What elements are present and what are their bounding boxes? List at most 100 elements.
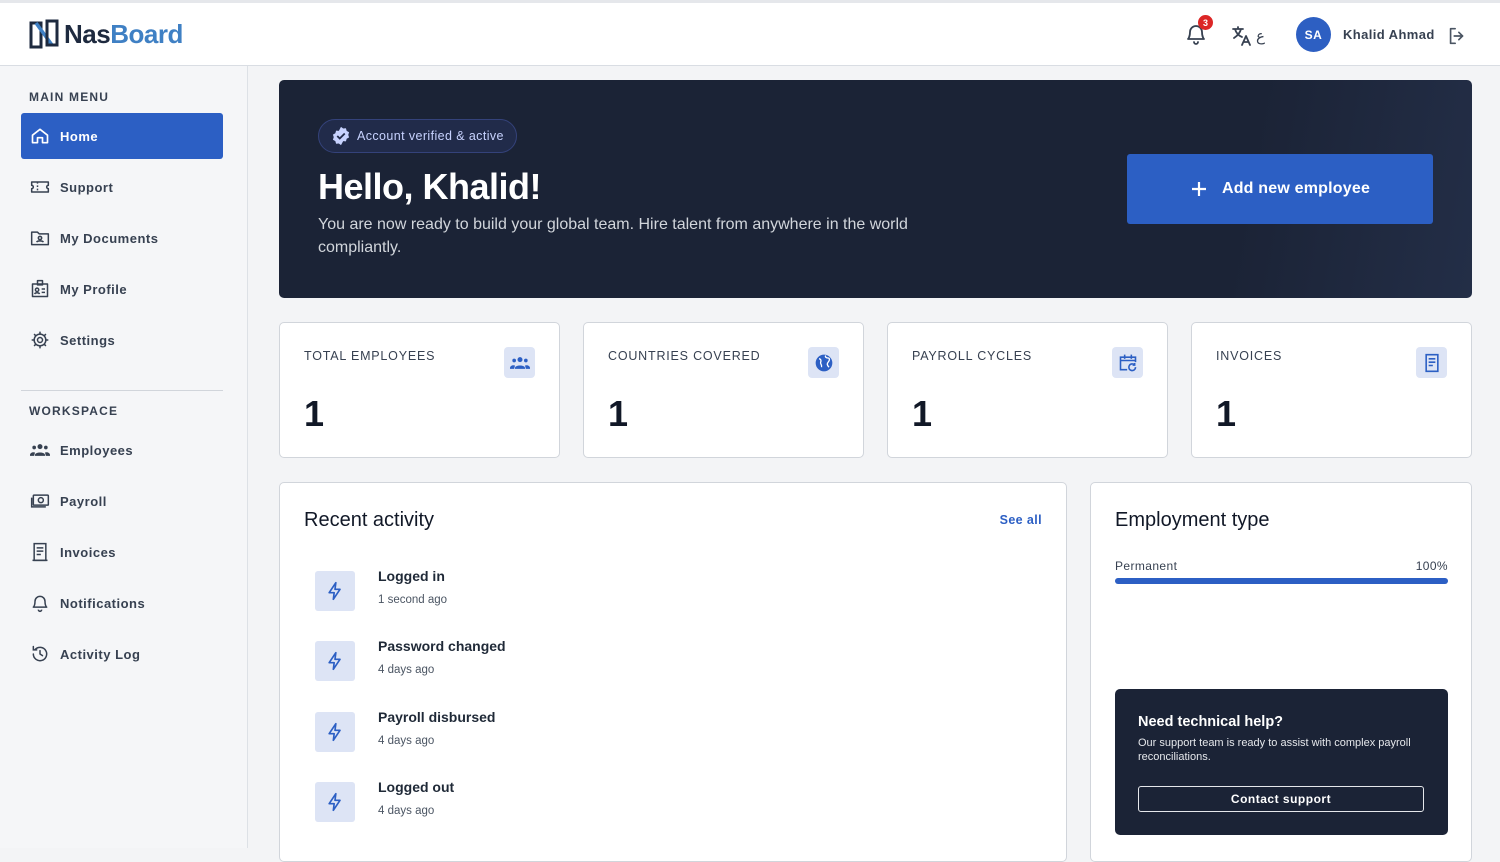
- stat-value: 1: [1216, 393, 1237, 434]
- activity-time: 4 days ago: [378, 664, 435, 676]
- calendar-refresh-icon: [1112, 347, 1143, 378]
- globe-icon: [808, 347, 839, 378]
- contact-support-button[interactable]: Contact support: [1138, 786, 1424, 812]
- workspace-title: WORKSPACE: [29, 404, 119, 418]
- sidebar-item-label: Notifications: [60, 595, 146, 611]
- activity-item: Payroll disbursed 4 days ago: [315, 709, 915, 762]
- sidebar: MAIN MENU Home Support My Documents My P…: [0, 66, 248, 848]
- sidebar-item-notifications[interactable]: Notifications: [21, 580, 223, 626]
- lightning-icon: [315, 712, 355, 752]
- main-menu-title: MAIN MENU: [29, 90, 110, 104]
- activity-item: Password changed 4 days ago: [315, 638, 915, 691]
- sidebar-item-label: Home: [60, 128, 99, 144]
- activity-item: Logged in 1 second ago: [315, 568, 915, 621]
- support-help-card: Need technical help? Our support team is…: [1115, 689, 1448, 835]
- sidebar-item-activity-log[interactable]: Activity Log: [21, 631, 223, 677]
- activity-time: 1 second ago: [378, 594, 448, 606]
- notification-count-badge: 3: [1198, 15, 1213, 30]
- sidebar-divider: [21, 390, 223, 391]
- user-name[interactable]: Khalid Ahmad: [1343, 27, 1435, 42]
- lightning-icon: [315, 641, 355, 681]
- stat-label: TOTAL EMPLOYEES: [304, 349, 436, 363]
- see-all-link[interactable]: See all: [1000, 513, 1042, 527]
- sidebar-item-settings[interactable]: Settings: [21, 317, 223, 363]
- employment-type-title: Employment type: [1115, 509, 1270, 531]
- sidebar-item-label: Invoices: [60, 544, 117, 560]
- people-icon: [30, 444, 50, 456]
- stat-label: COUNTRIES COVERED: [608, 349, 761, 363]
- sidebar-item-employees[interactable]: Employees: [21, 427, 223, 473]
- stat-card-payroll-cycles: PAYROLL CYCLES 1: [887, 322, 1168, 458]
- receipt-icon: [1416, 347, 1447, 378]
- sidebar-item-home[interactable]: Home: [21, 113, 223, 159]
- sidebar-item-support[interactable]: Support: [21, 164, 223, 210]
- sidebar-item-invoices[interactable]: Invoices: [21, 529, 223, 575]
- activity-title: Password changed: [378, 638, 506, 654]
- activity-time: 4 days ago: [378, 805, 435, 817]
- activity-item: Logged out 4 days ago: [315, 779, 915, 832]
- add-new-employee-button[interactable]: Add new employee: [1127, 154, 1433, 224]
- sidebar-item-my-documents[interactable]: My Documents: [21, 215, 223, 261]
- stat-card-countries-covered: COUNTRIES COVERED 1: [583, 322, 864, 458]
- verified-badge-label: Account verified & active: [357, 129, 504, 143]
- activity-title: Logged in: [378, 568, 445, 584]
- nasboard-logo[interactable]: NasBoard: [28, 18, 183, 50]
- stat-value: 1: [608, 393, 629, 434]
- lightning-icon: [315, 782, 355, 822]
- verified-check-icon: [332, 126, 350, 146]
- money-icon: [30, 494, 50, 508]
- sidebar-item-payroll[interactable]: Payroll: [21, 478, 223, 524]
- help-title: Need technical help?: [1138, 714, 1284, 730]
- bell-icon: [32, 595, 48, 613]
- people-icon: [504, 347, 535, 378]
- sidebar-item-label: Activity Log: [60, 646, 141, 662]
- gear-icon: [31, 331, 49, 349]
- employment-percent: 100%: [1415, 559, 1448, 573]
- logout-icon[interactable]: [1446, 25, 1468, 47]
- greeting-subtitle: You are now ready to build your global t…: [318, 216, 908, 256]
- stat-value: 1: [912, 393, 933, 434]
- sidebar-item-label: My Documents: [60, 230, 159, 246]
- employment-row: Permanent 100%: [1115, 559, 1448, 573]
- sidebar-item-label: My Profile: [60, 281, 128, 297]
- ticket-icon: [30, 181, 50, 193]
- logo-mark-icon: [29, 19, 59, 49]
- translate-icon: [1232, 26, 1251, 46]
- stat-card-total-employees: TOTAL EMPLOYEES 1: [279, 322, 560, 458]
- help-text: Our support team is ready to assist with…: [1138, 737, 1411, 763]
- top-bar: NasBoard 3 ع SA Khalid Ahmad: [0, 3, 1500, 66]
- sidebar-item-label: Employees: [60, 442, 134, 458]
- add-new-employee-label: Add new employee: [1221, 180, 1371, 197]
- sidebar-item-label: Support: [60, 179, 114, 195]
- stat-card-invoices: INVOICES 1: [1191, 322, 1472, 458]
- recent-activity-panel: Recent activity See all Logged in 1 seco…: [279, 482, 1067, 862]
- stat-label: INVOICES: [1216, 349, 1283, 363]
- arabic-glyph: ع: [1256, 28, 1265, 45]
- activity-title: Logged out: [378, 779, 455, 795]
- welcome-hero: Account verified & active Hello, Khalid!…: [279, 80, 1472, 298]
- sidebar-item-label: Settings: [60, 332, 116, 348]
- logo-text-nas: Nas: [64, 18, 111, 49]
- sidebar-item-my-profile[interactable]: My Profile: [21, 266, 223, 312]
- history-icon: [32, 645, 48, 662]
- greeting-title: Hello, Khalid!: [318, 166, 542, 207]
- documents-icon: [30, 231, 50, 246]
- lightning-icon: [315, 571, 355, 611]
- activity-title: Payroll disbursed: [378, 709, 496, 725]
- stat-label: PAYROLL CYCLES: [912, 349, 1033, 363]
- employment-progress-bar: [1115, 578, 1448, 584]
- employment-progress-fill: [1115, 578, 1448, 584]
- language-switcher[interactable]: ع: [1230, 23, 1270, 49]
- employment-type-panel: Employment type Permanent 100% Need tech…: [1090, 482, 1472, 862]
- activity-time: 4 days ago: [378, 735, 435, 747]
- logo-text-board: Board: [110, 18, 183, 49]
- user-avatar[interactable]: SA: [1296, 17, 1331, 52]
- recent-activity-title: Recent activity: [304, 509, 435, 531]
- employment-label: Permanent: [1115, 559, 1178, 573]
- plus-icon: [1191, 182, 1206, 196]
- stat-value: 1: [304, 393, 325, 434]
- verified-badge: Account verified & active: [318, 119, 517, 153]
- sidebar-item-label: Payroll: [60, 493, 107, 509]
- home-icon: [31, 128, 49, 144]
- invoice-icon: [32, 542, 48, 562]
